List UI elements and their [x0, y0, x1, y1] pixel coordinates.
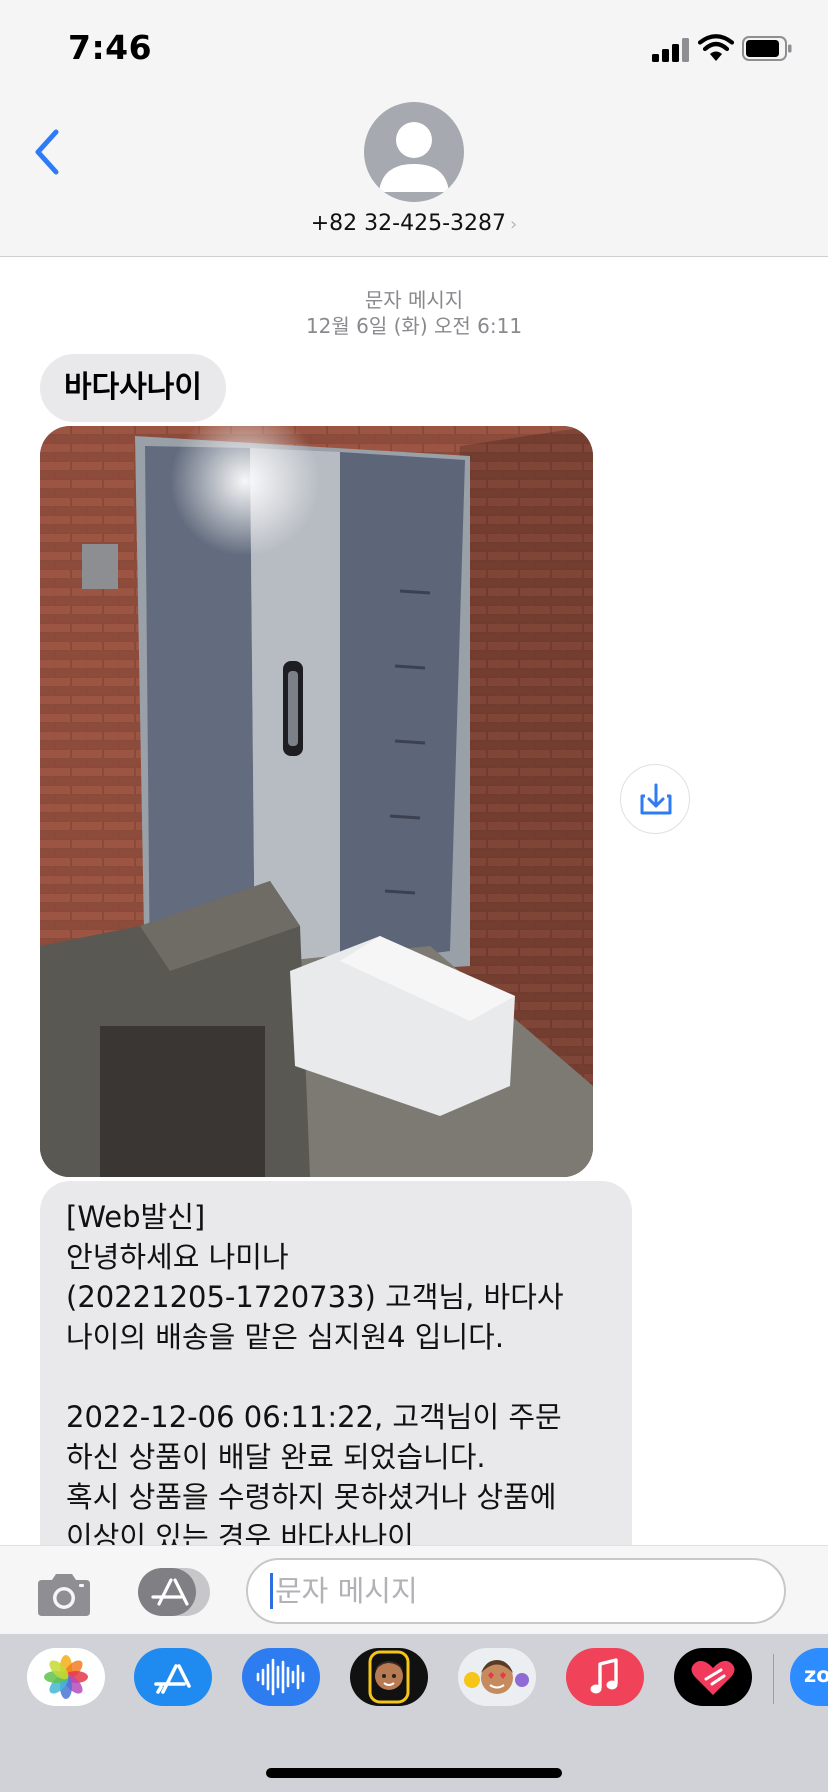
message-input[interactable]: 문자 메시지 [246, 1558, 786, 1624]
message-bubble[interactable]: [Web발신] 안녕하세요 나미나 (20221205-1720733) 고객님… [40, 1181, 632, 1545]
text-caret [270, 1573, 273, 1609]
animoji-stickers-icon[interactable] [458, 1648, 536, 1706]
contact-number: +82 32-425-3287 [310, 211, 507, 236]
message-service-label: 문자 메시지 [364, 288, 464, 312]
chevron-right-icon: › [510, 214, 518, 235]
app-store-button-icon[interactable] [138, 1568, 212, 1616]
delivery-photo-image [40, 426, 593, 1177]
zoom-app-icon[interactable]: zo [790, 1648, 828, 1706]
app-store-icon[interactable] [134, 1648, 212, 1706]
drawer-divider [773, 1654, 774, 1704]
sender-name-bubble[interactable]: 바다사나이 [40, 354, 226, 422]
photos-app-icon[interactable] [27, 1648, 105, 1706]
battery-icon [742, 36, 792, 61]
message-input-bar: 문자 메시지 [0, 1545, 828, 1634]
memoji-icon[interactable] [350, 1648, 428, 1706]
message-timestamp: 12월 6일 (화) 오전 6:11 [305, 314, 523, 338]
back-chevron-icon[interactable] [30, 128, 64, 176]
conversation-view[interactable]: 문자 메시지 12월 6일 (화) 오전 6:11 바다사나이 [Web발신] … [0, 257, 828, 1545]
person-silhouette-icon [379, 122, 449, 192]
delivery-photo[interactable] [40, 426, 593, 1177]
contact-avatar[interactable] [364, 102, 464, 202]
message-input-placeholder: 문자 메시지 [275, 1574, 418, 1608]
app-drawer: zo [0, 1634, 828, 1792]
music-app-icon[interactable] [566, 1648, 644, 1706]
audio-message-icon[interactable] [242, 1648, 320, 1706]
home-indicator[interactable] [266, 1768, 562, 1778]
navigation-header: 7:46 +82 32-425-3287 › [0, 0, 828, 257]
wifi-icon [698, 34, 734, 61]
download-icon [640, 783, 672, 815]
zoom-app-label: zo [804, 1663, 828, 1687]
status-time: 7:46 [68, 28, 153, 67]
digital-touch-icon[interactable] [674, 1648, 752, 1706]
cellular-signal-icon [652, 38, 690, 62]
camera-icon[interactable] [34, 1570, 94, 1618]
save-image-button[interactable] [620, 764, 690, 834]
contact-name-button[interactable]: +82 32-425-3287 › [0, 211, 828, 236]
